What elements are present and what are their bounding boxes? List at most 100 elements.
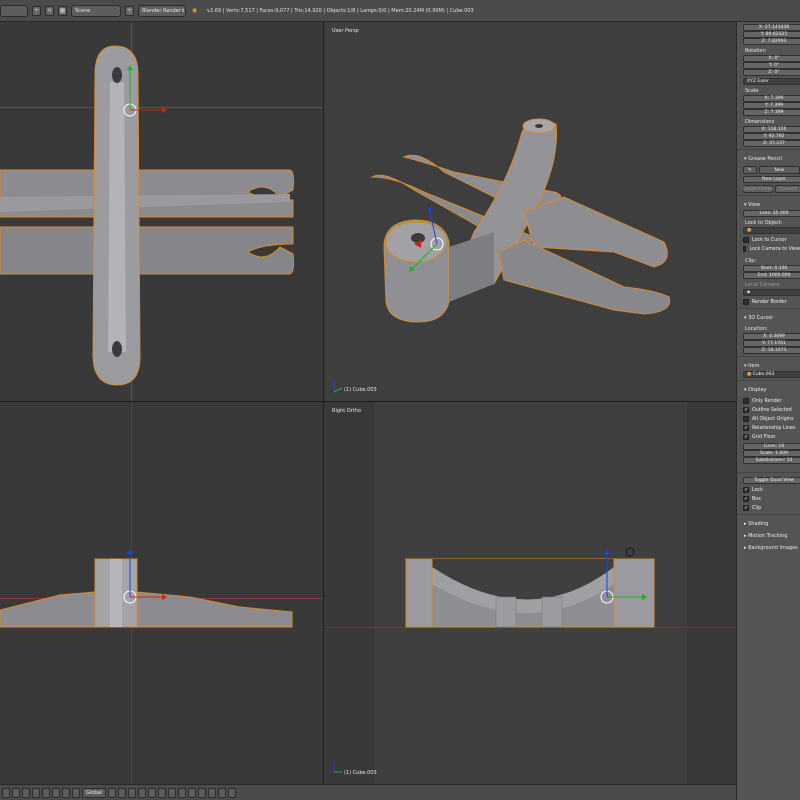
grid-floor-checkbox[interactable]: ✓ Grid Floor <box>743 434 800 440</box>
editor-type-icon[interactable] <box>2 787 10 798</box>
background-images-header[interactable]: ▸ Background Images <box>737 541 800 553</box>
view-title: View <box>748 202 760 208</box>
item-header[interactable]: ▾ Item <box>737 359 800 371</box>
layer-button[interactable] <box>167 787 176 798</box>
item-title: Item <box>748 363 760 369</box>
manipulator-icon[interactable] <box>42 787 50 798</box>
render-border-checkbox[interactable]: Render Border <box>743 299 800 305</box>
view-header[interactable]: ▾ View <box>737 198 800 210</box>
grease-pencil-header[interactable]: ▾ Grease Pencil <box>737 152 800 164</box>
scale-x-field[interactable]: X: 7.399 <box>743 95 800 102</box>
item-name-field[interactable]: ■ Cube.003 <box>743 371 800 378</box>
location-y-field[interactable]: Y: 89.62325 <box>743 31 800 38</box>
shading-icon[interactable] <box>22 787 30 798</box>
render-engine-select[interactable]: Blender Render ⇕ <box>138 4 186 17</box>
rotation-x-field[interactable]: X: 0° <box>743 55 800 62</box>
value: X: 118.120 <box>761 127 787 132</box>
rotate-icon[interactable] <box>62 787 70 798</box>
cursor-y-field[interactable]: Y: 77.1761 <box>743 340 800 347</box>
viewport-bottom-left[interactable] <box>0 402 323 784</box>
lens-field[interactable]: Lens: 35.000 <box>743 210 800 217</box>
close-screen-icon[interactable]: × <box>45 5 54 16</box>
quad-clip-checkbox[interactable]: ✓ Clip <box>743 505 800 511</box>
orientation-select[interactable]: Global <box>82 787 106 798</box>
cursor-header[interactable]: ▾ 3D Cursor <box>737 311 800 323</box>
clip-end-field[interactable]: End: 1000.000 <box>743 272 800 279</box>
label: Toggle Quad View <box>753 478 795 483</box>
only-render-checkbox[interactable]: Only Render <box>743 398 800 404</box>
pencil-icon[interactable]: ✎ <box>743 166 757 174</box>
translate-icon[interactable] <box>52 787 60 798</box>
new-layer-button[interactable]: New Layer <box>743 176 800 183</box>
outline-selected-checkbox[interactable]: ✓ Outline Selected <box>743 407 800 413</box>
cursor-z-field[interactable]: Z: 16.1073 <box>743 347 800 354</box>
scale-y-field[interactable]: Y: 7.399 <box>743 102 800 109</box>
scene-select[interactable]: Scene <box>71 4 121 17</box>
cursor-x-field[interactable]: X: 4.3699 <box>743 333 800 340</box>
location-x-field[interactable]: X: 27.143436 <box>743 24 800 31</box>
layer-button[interactable] <box>187 787 196 798</box>
label: All Object Origins <box>752 416 794 422</box>
add-scene-icon[interactable]: + <box>125 5 134 16</box>
quad-box-checkbox[interactable]: ✓ Box <box>743 496 800 502</box>
layer-button[interactable] <box>137 787 146 798</box>
location-z-field[interactable]: Z: 7.82093 <box>743 38 800 45</box>
lock-object-field[interactable]: ■ <box>743 227 800 234</box>
grid-lines-field[interactable]: Lines: 16 <box>743 443 800 450</box>
lock-to-cursor-checkbox[interactable]: Lock to Cursor <box>743 237 800 243</box>
layer-button[interactable] <box>107 787 116 798</box>
layer-button[interactable] <box>117 787 126 798</box>
viewport-right-ortho[interactable]: Right Ortho (1) Cube.003 <box>324 402 736 784</box>
new-grease-button[interactable]: New <box>758 166 800 174</box>
scale-icon[interactable] <box>72 787 80 798</box>
properties-panel[interactable]: X: 27.143436 Y: 89.62325 Z: 7.82093 Rota… <box>736 22 800 800</box>
layer-button[interactable] <box>147 787 156 798</box>
render-preview-icon[interactable] <box>227 787 236 798</box>
add-screen-icon[interactable]: + <box>32 5 41 16</box>
rotation-mode-select[interactable]: XYZ Euler <box>743 78 800 85</box>
render-engine-label: Blender Render <box>142 7 181 14</box>
viewport-user-persp[interactable]: User Persp (1) Cube.003 <box>324 22 736 401</box>
value: Lines: 16 <box>763 444 785 449</box>
clip-start-field[interactable]: Start: 0.100 <box>743 265 800 272</box>
display-header[interactable]: ▾ Display <box>737 383 800 395</box>
pivot-icon[interactable] <box>32 787 40 798</box>
snap-icon[interactable] <box>207 787 216 798</box>
checkmark-icon: ✓ <box>743 434 749 440</box>
convert-button[interactable]: Convert <box>775 185 800 193</box>
layer-button[interactable] <box>197 787 206 798</box>
value: Z: 7.399 <box>764 110 784 115</box>
layer-button[interactable] <box>127 787 136 798</box>
toggle-quad-view-button[interactable]: Toggle Quad View <box>743 477 800 484</box>
local-camera-field[interactable]: ▪ <box>743 289 800 296</box>
layer-button[interactable] <box>177 787 186 798</box>
viewport-divider-vertical[interactable] <box>323 22 324 784</box>
dimension-z-field[interactable]: Z: 37.237 <box>743 140 800 147</box>
grid-scale-field[interactable]: Scale: 1.000 <box>743 450 800 457</box>
viewport-divider-horizontal[interactable] <box>0 401 736 402</box>
snap-element-icon[interactable] <box>217 787 226 798</box>
value: Y: 89.62325 <box>760 32 788 37</box>
shading-header[interactable]: ▸ Shading <box>737 517 800 529</box>
quad-lock-checkbox[interactable]: ✓ Lock <box>743 487 800 493</box>
layer-button[interactable] <box>157 787 166 798</box>
cursor-title: 3D Cursor <box>748 315 774 321</box>
lock-camera-checkbox[interactable]: Lock Camera to View <box>743 246 800 252</box>
motion-tracking-header[interactable]: ▸ Motion Tracking <box>737 529 800 541</box>
label: Grid Floor <box>752 434 776 440</box>
mode-icon[interactable] <box>12 787 20 798</box>
rotation-y-field[interactable]: Y: 0° <box>743 62 800 69</box>
dimension-y-field[interactable]: Y: 92.792 <box>743 133 800 140</box>
screen-layout-select[interactable] <box>0 4 28 17</box>
separator <box>737 356 800 357</box>
rotation-z-field[interactable]: Z: 0° <box>743 69 800 76</box>
viewport-top-left[interactable] <box>0 22 323 401</box>
scale-z-field[interactable]: Z: 7.399 <box>743 109 800 116</box>
label: Render Border <box>752 299 787 305</box>
rotation-title: Rotation <box>745 48 766 54</box>
all-object-origins-checkbox[interactable]: All Object Origins <box>743 416 800 422</box>
delete-frame-button[interactable]: Delete Frame <box>743 185 773 193</box>
relationship-lines-checkbox[interactable]: ✓ Relationship Lines <box>743 425 800 431</box>
dimension-x-field[interactable]: X: 118.120 <box>743 126 800 133</box>
grid-subdivisions-field[interactable]: Subdivisions: 10 <box>743 457 800 464</box>
